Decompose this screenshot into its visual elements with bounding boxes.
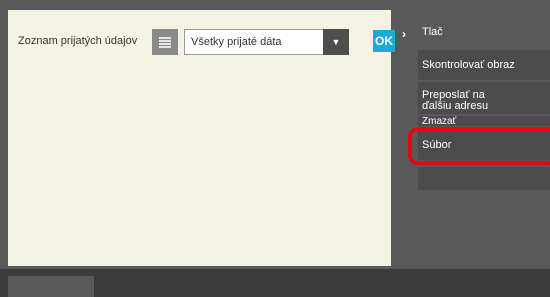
delete-button[interactable]: Zmazať (418, 116, 550, 127)
received-data-panel: Zoznam prijatých údajov Všetky prijaté d… (8, 10, 395, 266)
list-icon (159, 36, 171, 48)
data-filter-select[interactable]: Všetky prijaté dáta ▼ (184, 29, 349, 55)
triangle-down-icon[interactable]: ▼ (323, 29, 349, 55)
forward-button[interactable]: Preposlať na ďalšiu adresu (418, 82, 550, 114)
list-view-button[interactable] (152, 29, 178, 55)
check-image-button[interactable]: Skontrolovať obraz (418, 50, 550, 80)
check-image-label: Skontrolovať obraz (422, 59, 515, 71)
received-data-list-label: Zoznam prijatých údajov (18, 35, 138, 47)
chevron-right-icon: › (402, 27, 406, 41)
delete-label: Zmazať (422, 116, 457, 127)
print-button[interactable]: Tlač (418, 16, 550, 48)
bottom-tab[interactable] (8, 276, 94, 297)
data-filter-value: Všetky prijaté dáta (191, 36, 282, 48)
ok-button[interactable]: OK (373, 30, 395, 52)
forward-label-line2: ďalšiu adresu (422, 100, 489, 112)
highlight-ring (408, 127, 550, 165)
print-label: Tlač (422, 26, 443, 38)
forward-label: Preposlať na ďalšiu adresu (422, 90, 488, 112)
empty-menu-slot (418, 167, 550, 190)
